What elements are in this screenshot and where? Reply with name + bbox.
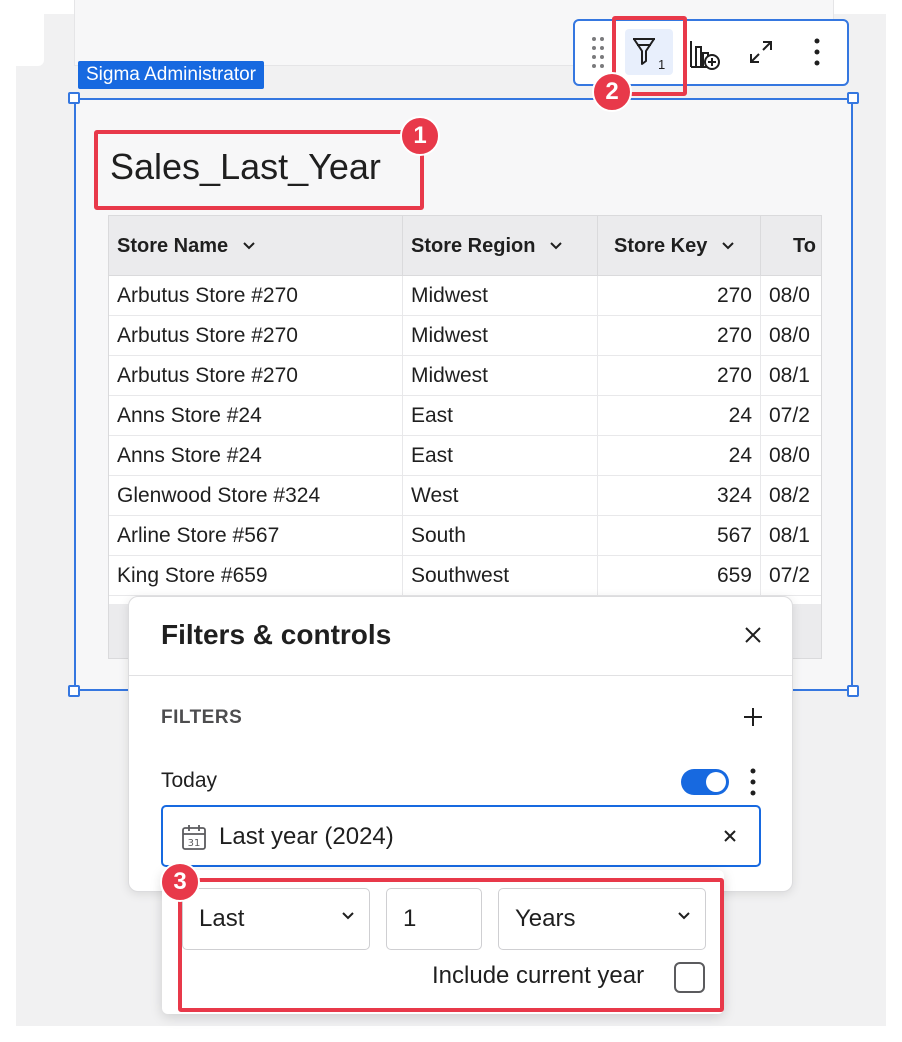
cell-store-name: Arbutus Store #270 (109, 356, 403, 396)
more-options-button[interactable] (795, 29, 839, 75)
table-row[interactable]: Anns Store #24 East 24 08/0 (109, 436, 821, 476)
left-panel-edge (16, 14, 44, 66)
cell-date: 08/0 (769, 444, 810, 467)
user-role-badge: Sigma Administrator (78, 61, 265, 89)
cell-store-key: 324 (598, 476, 761, 516)
callout-badge-2: 2 (592, 72, 632, 112)
resize-handle-top-right[interactable] (847, 92, 859, 104)
close-icon[interactable] (739, 621, 767, 649)
cell-store-region: Midwest (403, 316, 598, 356)
chevron-down-icon[interactable] (242, 241, 256, 251)
filters-controls-panel: Filters & controls FILTERS Today 31 Last… (128, 596, 793, 892)
add-chart-button[interactable] (683, 29, 727, 75)
table-row[interactable]: Glenwood Store #324 West 324 08/2 (109, 476, 821, 516)
cell-date: 08/1 (769, 524, 810, 547)
cell-store-name: Arbutus Store #270 (109, 316, 403, 356)
cell-store-key: 24 (598, 396, 761, 436)
cell-store-name: Glenwood Store #324 (109, 476, 403, 516)
table-row[interactable]: Arbutus Store #270 Midwest 270 08/1 (109, 356, 821, 396)
column-header-store-region[interactable]: Store Region (403, 216, 598, 276)
cell-store-name: King Store #659 (109, 556, 403, 596)
cell-store-key: 659 (598, 556, 761, 596)
cell-store-region: Midwest (403, 276, 598, 316)
cell-store-key: 270 (598, 316, 761, 356)
cell-store-region: East (403, 436, 598, 476)
svg-text:31: 31 (188, 838, 201, 849)
column-header-truncated[interactable]: To (761, 216, 821, 276)
add-chart-icon (690, 41, 720, 70)
cell-store-name: Arline Store #567 (109, 516, 403, 556)
panel-divider (129, 675, 792, 676)
filter-name: Today (161, 769, 218, 792)
chevron-down-icon[interactable] (721, 241, 735, 251)
expand-button[interactable] (739, 29, 783, 75)
cell-store-region: South (403, 516, 598, 556)
cell-store-name: Arbutus Store #270 (109, 276, 403, 316)
cell-date: 08/2 (769, 484, 810, 507)
filter-enabled-toggle[interactable] (681, 769, 729, 795)
data-table: Store Name Store Region Store Key To Arb… (108, 215, 822, 659)
more-vertical-icon (814, 38, 820, 66)
cell-store-key: 270 (598, 276, 761, 316)
table-row[interactable]: Anns Store #24 East 24 07/2 (109, 396, 821, 436)
cell-date: 08/1 (769, 364, 810, 387)
cell-store-region: East (403, 396, 598, 436)
cell-date: 08/0 (769, 284, 810, 307)
filter-value-text: Last year (2024) (219, 823, 394, 850)
column-header-store-key[interactable]: Store Key (598, 216, 761, 276)
callout-highlight-3 (178, 878, 724, 1012)
filter-more-icon[interactable] (745, 765, 761, 799)
cell-store-key: 24 (598, 436, 761, 476)
cell-date: 08/0 (769, 324, 810, 347)
cell-store-name: Anns Store #24 (109, 396, 403, 436)
resize-handle-bottom-left[interactable] (68, 685, 80, 697)
resize-handle-top-left[interactable] (68, 92, 80, 104)
cell-store-name: Anns Store #24 (109, 436, 403, 476)
callout-badge-1: 1 (400, 116, 440, 156)
filters-section-label: FILTERS (161, 707, 243, 728)
add-filter-icon[interactable] (739, 703, 767, 731)
cell-store-key: 567 (598, 516, 761, 556)
callout-badge-3: 3 (160, 862, 200, 902)
panel-title: Filters & controls (161, 619, 392, 650)
drag-handle-icon[interactable] (587, 29, 609, 75)
cell-store-region: West (403, 476, 598, 516)
resize-handle-bottom-right[interactable] (847, 685, 859, 697)
chevron-down-icon[interactable] (549, 241, 563, 251)
column-header-store-name[interactable]: Store Name (109, 216, 403, 276)
cell-date: 07/2 (769, 564, 810, 587)
filter-value-field[interactable]: 31 Last year (2024) (161, 805, 761, 867)
expand-icon (750, 41, 772, 63)
table-row[interactable]: King Store #659 Southwest 659 07/2 (109, 556, 821, 596)
cell-date: 07/2 (769, 404, 810, 427)
toggle-knob (706, 772, 726, 792)
cell-store-key: 270 (598, 356, 761, 396)
calendar-icon: 31 (182, 825, 206, 850)
cell-store-region: Southwest (403, 556, 598, 596)
table-row[interactable]: Arbutus Store #270 Midwest 270 08/0 (109, 316, 821, 356)
clear-icon[interactable] (719, 825, 741, 847)
table-row[interactable]: Arline Store #567 South 567 08/1 (109, 516, 821, 556)
callout-highlight-1 (94, 130, 424, 210)
cell-store-region: Midwest (403, 356, 598, 396)
table-row[interactable]: Arbutus Store #270 Midwest 270 08/0 (109, 276, 821, 316)
table-header: Store Name Store Region Store Key To (109, 216, 821, 276)
